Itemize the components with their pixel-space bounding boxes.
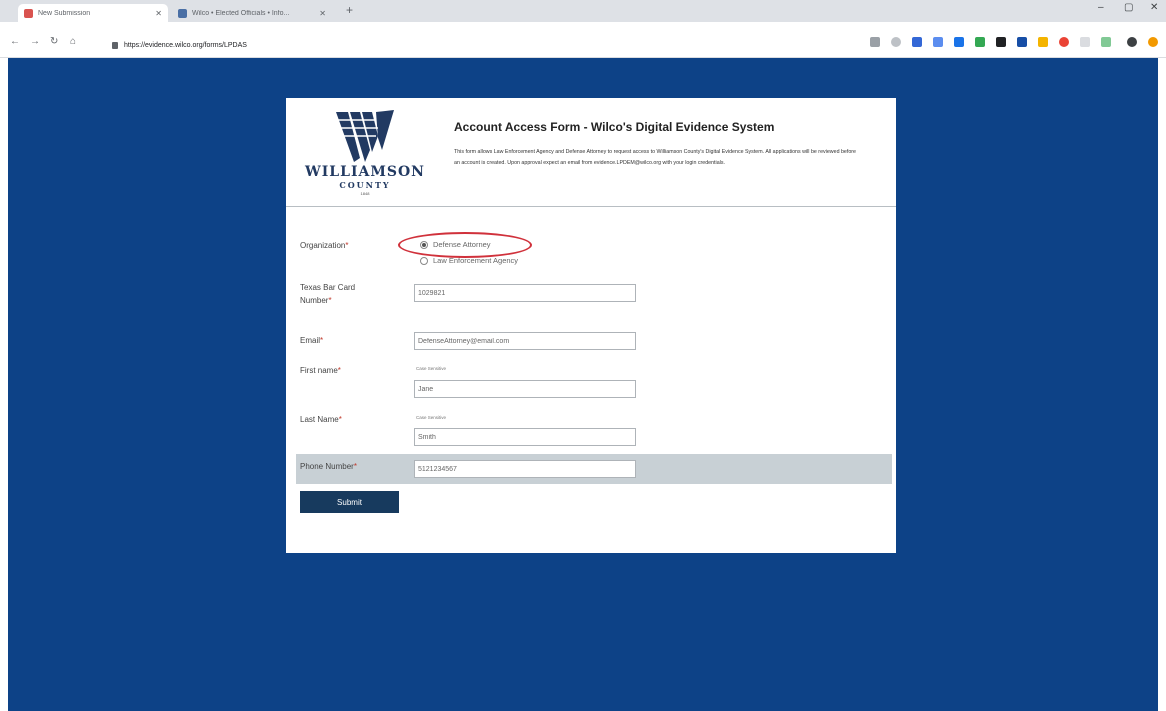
close-icon[interactable]: ✕: [319, 9, 326, 18]
extension-icon[interactable]: [1148, 37, 1158, 47]
reload-icon[interactable]: ↻: [50, 36, 58, 47]
browser-toolbar: ← → ↻ ⌂ https://evidence.wilco.org/forms…: [0, 22, 1166, 58]
required-mark: *: [328, 296, 332, 305]
required-mark: *: [353, 462, 357, 471]
first-name-hint: Case Sensitive: [416, 366, 447, 371]
browser-tab-inactive[interactable]: Wilco • Elected Officials • Info... ✕: [172, 4, 332, 22]
last-name-label: Last Name*: [300, 415, 342, 424]
form-header: WILLIAMSON COUNTY 1848 Account Access Fo…: [286, 98, 896, 207]
required-mark: *: [338, 415, 342, 424]
extension-icon[interactable]: [912, 37, 922, 47]
home-icon[interactable]: ⌂: [70, 36, 76, 47]
lock-icon: [112, 41, 118, 49]
bar-card-label: Texas Bar Card Number*: [300, 283, 356, 305]
form-title: Account Access Form - Wilco's Digital Ev…: [454, 120, 775, 134]
w-logo-icon: [336, 110, 394, 162]
form-favicon-icon: [24, 8, 33, 18]
email-label: Email*: [300, 336, 324, 345]
extension-icon[interactable]: [933, 37, 943, 47]
logo-text-williamson: WILLIAMSON: [305, 164, 425, 180]
form-description: This form allows Law Enforcement Agency …: [454, 149, 856, 166]
first-name-label: First name*: [300, 366, 341, 375]
bookmark-star-icon[interactable]: [891, 37, 901, 47]
address-bar[interactable]: https://evidence.wilco.org/forms/LPDAS: [112, 39, 322, 51]
address-text: https://evidence.wilco.org/forms/LPDAS: [124, 41, 247, 49]
window-close-icon[interactable]: ✕: [1150, 2, 1158, 13]
extension-icon[interactable]: [1017, 37, 1027, 47]
extension-icon[interactable]: [996, 37, 1006, 47]
submit-button[interactable]: Submit: [300, 491, 399, 513]
extension-icon[interactable]: [1080, 37, 1090, 47]
logo-text-county: COUNTY: [339, 180, 391, 190]
email-input[interactable]: [414, 332, 636, 350]
phone-label: Phone Number*: [300, 462, 357, 471]
tab-title: New Submission: [38, 9, 91, 17]
extension-icon[interactable]: [954, 37, 964, 47]
required-mark: *: [337, 366, 341, 375]
browser-tab-active[interactable]: New Submission ✕: [18, 4, 168, 22]
required-mark: *: [320, 336, 324, 345]
bar-card-input[interactable]: [414, 284, 636, 302]
required-mark: *: [345, 241, 349, 250]
wilco-favicon-icon: [178, 8, 187, 18]
williamson-county-logo: WILLIAMSON COUNTY 1848: [300, 108, 430, 200]
extension-icon[interactable]: [1059, 37, 1069, 47]
last-name-input[interactable]: [414, 428, 636, 446]
logo-text-year: 1848: [360, 191, 370, 196]
highlight-circle: [398, 232, 532, 258]
form-card: WILLIAMSON COUNTY 1848 Account Access Fo…: [286, 98, 896, 553]
browser-tab-bar: New Submission ✕ Wilco • Elected Officia…: [0, 0, 1166, 22]
profile-avatar-icon[interactable]: [1127, 37, 1137, 47]
new-tab-icon[interactable]: +: [346, 3, 353, 17]
tab-title: Wilco • Elected Officials • Info...: [192, 9, 290, 17]
extension-icon[interactable]: [975, 37, 985, 47]
extension-icon[interactable]: [1038, 37, 1048, 47]
page-background: WILLIAMSON COUNTY 1848 Account Access Fo…: [8, 58, 1158, 711]
organization-label: Organization*: [300, 241, 349, 250]
extension-icon[interactable]: [1101, 37, 1111, 47]
first-name-input[interactable]: [414, 380, 636, 398]
forward-icon[interactable]: →: [30, 36, 40, 47]
radio-button[interactable]: [420, 256, 428, 265]
phone-input[interactable]: [414, 460, 636, 478]
close-icon[interactable]: ✕: [155, 9, 162, 18]
back-icon[interactable]: ←: [10, 36, 20, 47]
extensions-area: [859, 35, 1158, 49]
restore-icon[interactable]: ▢: [1124, 2, 1133, 13]
last-name-hint: Case Sensitive: [416, 415, 447, 420]
minimize-icon[interactable]: –: [1098, 2, 1104, 13]
zoom-icon[interactable]: [870, 37, 880, 47]
